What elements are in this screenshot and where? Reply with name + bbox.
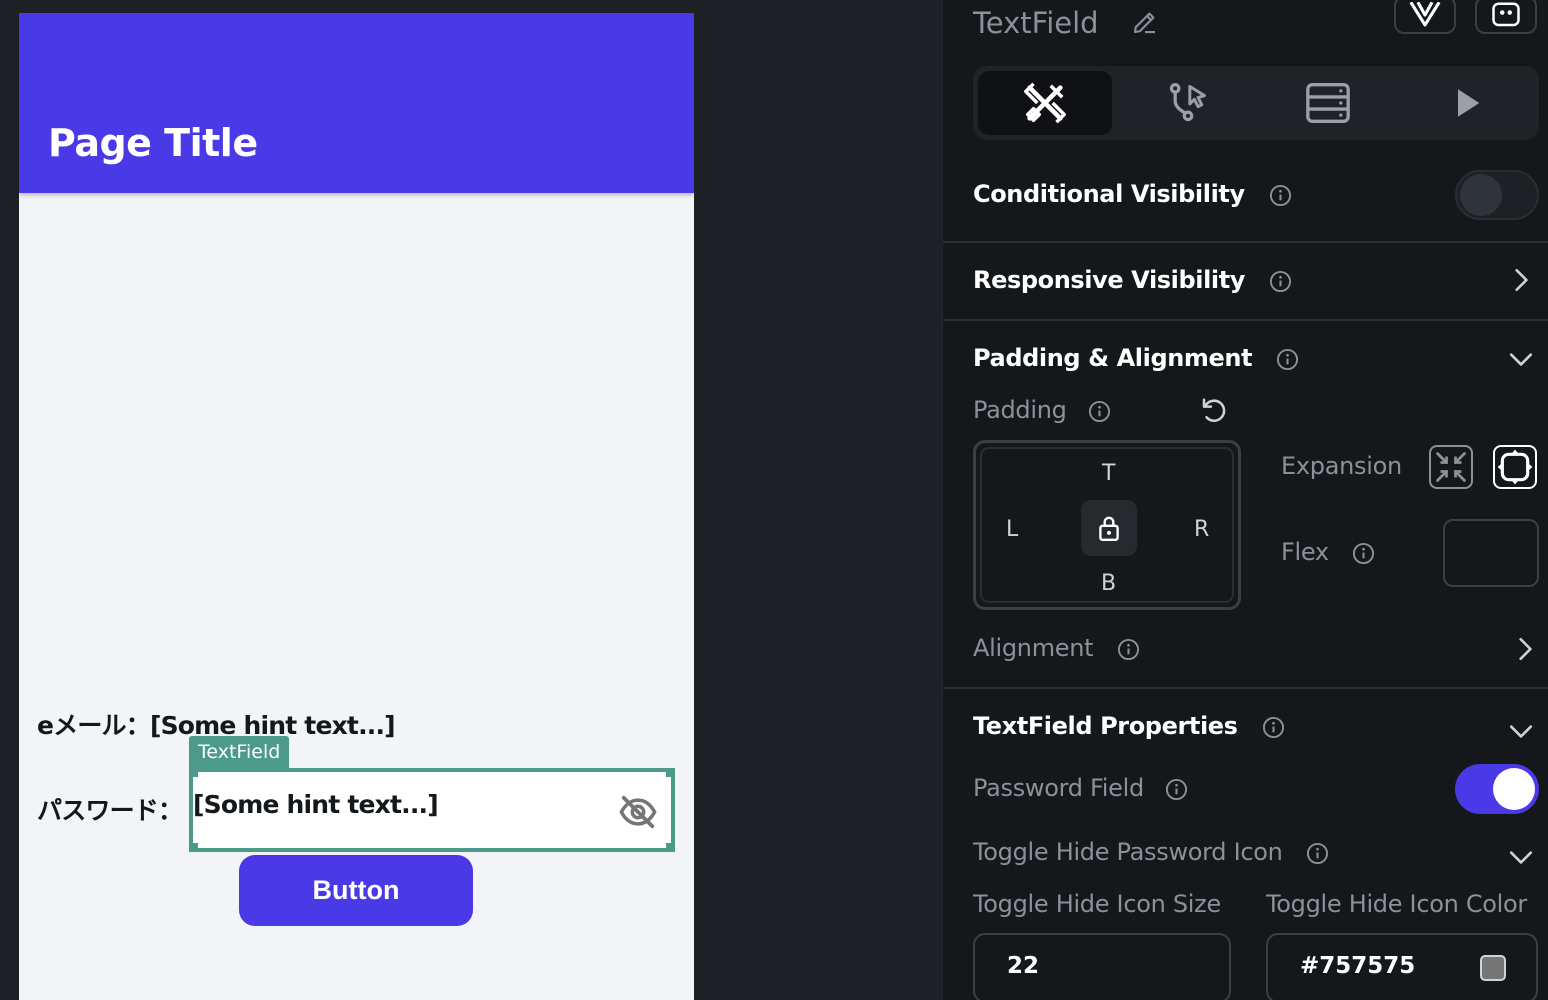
padding-editor-inner: T L R B [980, 447, 1234, 603]
expansion-shrink-button[interactable] [1429, 445, 1473, 489]
flex-input[interactable] [1443, 519, 1539, 587]
chevron-down-icon[interactable] [1508, 844, 1534, 870]
icon-size-label: Toggle Hide Icon Size [973, 890, 1221, 918]
info-icon[interactable] [1269, 270, 1292, 293]
password-hint-text: [Some hint text...] [193, 790, 439, 819]
textfield-properties-title: TextField Properties [973, 712, 1238, 740]
padding-row: Padding [973, 396, 1111, 424]
info-icon[interactable] [1088, 400, 1111, 423]
gem-button[interactable] [1394, 0, 1456, 34]
password-textfield[interactable]: [Some hint text...] [189, 768, 675, 852]
chevron-right-icon[interactable] [1512, 636, 1538, 662]
widget-icon [1492, 2, 1520, 27]
expand-icon [1497, 449, 1533, 485]
chevron-down-icon[interactable] [1508, 346, 1534, 372]
icon-size-input[interactable]: 22 [973, 933, 1231, 1000]
info-icon[interactable] [1269, 184, 1292, 207]
phone-canvas: Page Title eメール：[Some hint text...] パスワー… [19, 13, 694, 1000]
padding-right[interactable]: R [1194, 517, 1209, 542]
properties-icon [1024, 82, 1066, 124]
password-field-row: Password Field [973, 774, 1188, 802]
color-swatch[interactable] [1480, 955, 1506, 981]
conditional-visibility-toggle[interactable] [1455, 170, 1539, 220]
responsive-visibility-label: Responsive Visibility [973, 266, 1246, 294]
divider [943, 319, 1548, 321]
padding-alignment-title: Padding & Alignment [973, 344, 1253, 372]
divider [943, 687, 1548, 689]
password-field-toggle[interactable] [1455, 764, 1539, 814]
info-icon[interactable] [1117, 638, 1140, 661]
icon-color-label: Toggle Hide Icon Color [1266, 890, 1527, 918]
alignment-label: Alignment [973, 634, 1094, 662]
textfield-selection-tag[interactable]: TextField [189, 736, 290, 768]
info-icon[interactable] [1276, 348, 1299, 371]
reset-icon[interactable] [1199, 396, 1229, 426]
resize-handle[interactable] [666, 843, 675, 852]
resize-handle[interactable] [666, 768, 675, 777]
padding-left[interactable]: L [1006, 517, 1018, 542]
primary-button[interactable]: Button [239, 855, 473, 926]
chevron-down-icon[interactable] [1508, 718, 1534, 744]
tab-preview[interactable] [1401, 71, 1535, 135]
properties-panel: TextField Conditional Visibility Respons… [942, 0, 1548, 1000]
tab-backend-query[interactable] [1261, 71, 1395, 135]
icon-size-value: 22 [1007, 953, 1040, 979]
widget-title: TextField [973, 6, 1160, 40]
toggle-hide-password-row[interactable]: Toggle Hide Password Icon [973, 838, 1329, 866]
lock-icon [1099, 516, 1119, 542]
alignment-row[interactable]: Alignment [973, 634, 1140, 662]
password-field-label: Password Field [973, 774, 1144, 802]
flex-label: Flex [1281, 538, 1329, 566]
tab-actions[interactable] [1121, 71, 1255, 135]
info-icon[interactable] [1352, 542, 1375, 565]
toggle-knob [1460, 174, 1502, 216]
toggle-hide-password-label: Toggle Hide Password Icon [973, 838, 1283, 866]
padding-alignment-header[interactable]: Padding & Alignment [973, 344, 1299, 372]
textfield-properties-header[interactable]: TextField Properties [973, 712, 1285, 740]
tab-properties[interactable] [978, 71, 1112, 135]
divider [943, 241, 1548, 243]
panel-tabs [973, 66, 1539, 140]
backend-query-icon [1306, 83, 1350, 123]
padding-lock-button[interactable] [1081, 500, 1137, 556]
widget-tree-button[interactable] [1475, 0, 1537, 34]
password-label[interactable]: パスワード： [37, 791, 183, 827]
toggle-knob [1493, 768, 1535, 810]
icon-color-value: #757575 [1300, 953, 1416, 979]
padding-bottom[interactable]: B [1101, 571, 1116, 596]
padding-label: Padding [973, 396, 1067, 424]
app-bar[interactable]: Page Title [19, 13, 694, 193]
expansion-label: Expansion [1281, 452, 1402, 480]
resize-handle[interactable] [189, 843, 198, 852]
responsive-visibility-row[interactable]: Responsive Visibility [973, 266, 1292, 294]
info-icon[interactable] [1262, 716, 1285, 739]
gem-icon [1409, 2, 1441, 27]
chevron-right-icon[interactable] [1508, 267, 1534, 293]
shrink-icon [1436, 452, 1466, 482]
expansion-expand-button[interactable] [1493, 445, 1537, 489]
conditional-visibility-row: Conditional Visibility [973, 180, 1292, 208]
icon-color-input[interactable]: #757575 [1266, 933, 1538, 1000]
actions-icon [1169, 83, 1206, 122]
edit-pencil-icon[interactable] [1130, 7, 1160, 37]
padding-top[interactable]: T [1102, 461, 1115, 486]
info-icon[interactable] [1306, 842, 1329, 865]
padding-editor: T L R B [973, 440, 1241, 610]
resize-handle[interactable] [189, 768, 198, 777]
flex-row: Flex [1281, 538, 1375, 566]
info-icon[interactable] [1165, 778, 1188, 801]
play-icon [1458, 89, 1480, 117]
conditional-visibility-label: Conditional Visibility [973, 180, 1245, 208]
page-title[interactable]: Page Title [48, 121, 258, 165]
eye-off-icon[interactable] [619, 793, 657, 831]
widget-title-text: TextField [973, 6, 1099, 40]
